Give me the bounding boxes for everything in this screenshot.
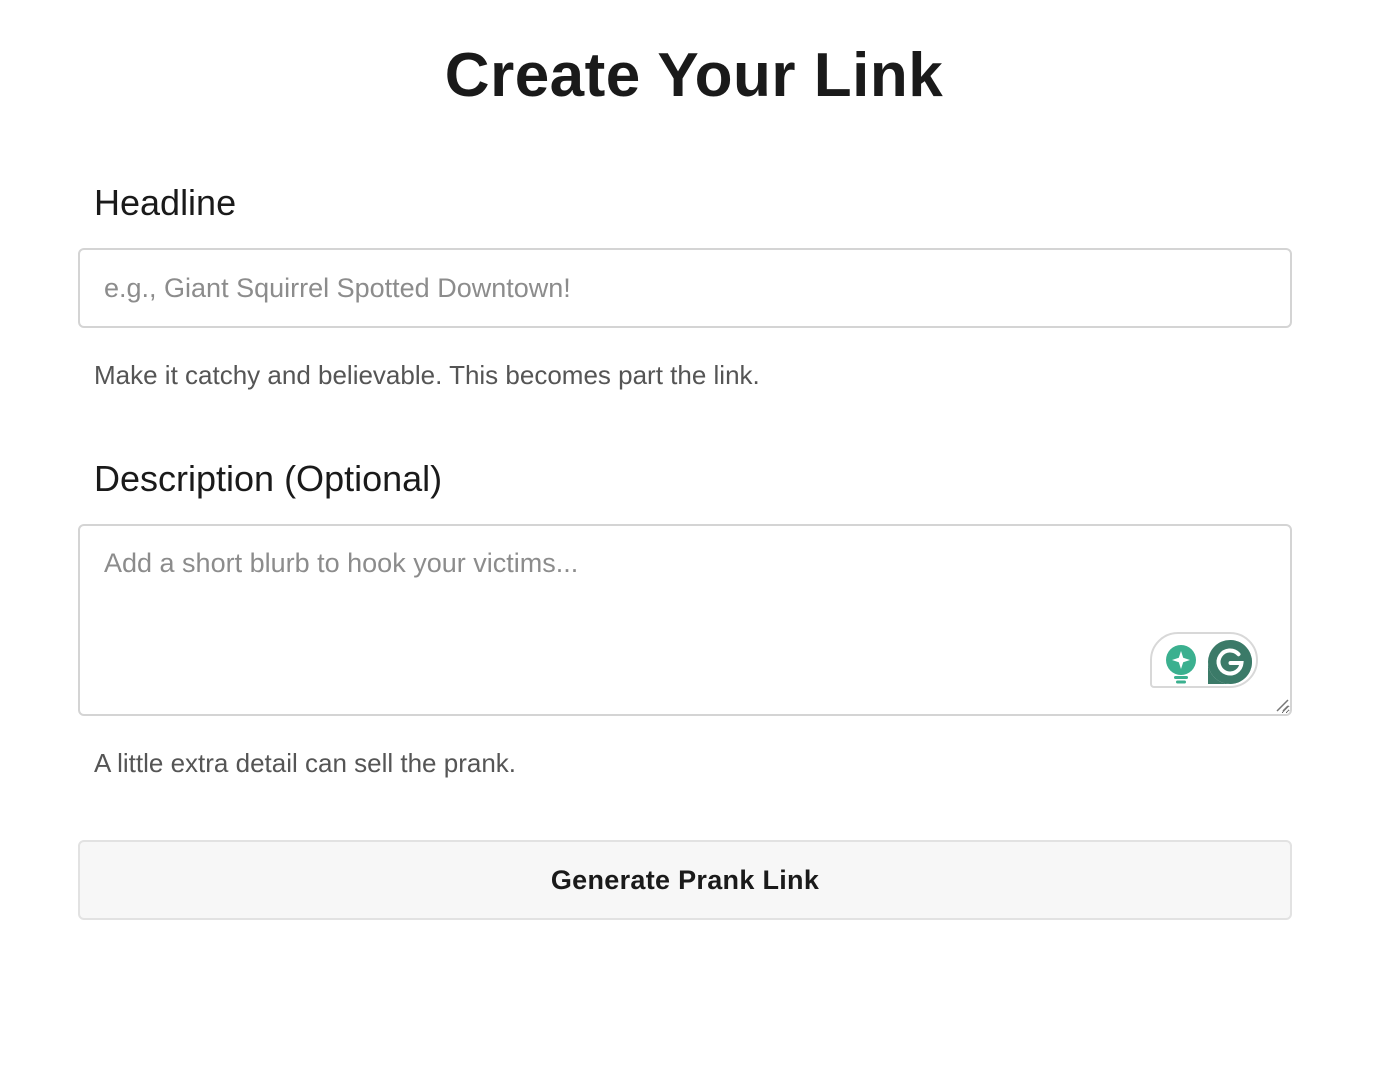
headline-help-text: Make it catchy and believable. This beco…	[94, 360, 760, 390]
grammarly-widget[interactable]	[1150, 632, 1258, 688]
description-textarea[interactable]	[78, 524, 1292, 716]
description-label: Description (Optional)	[94, 458, 443, 499]
lightbulb-sparkle-icon[interactable]	[1164, 644, 1198, 684]
description-help-text: A little extra detail can sell the prank…	[94, 748, 517, 778]
generate-prank-link-button[interactable]: Generate Prank Link	[78, 840, 1292, 920]
resize-handle-icon[interactable]	[1274, 697, 1290, 713]
headline-label: Headline	[94, 182, 237, 223]
page-title: Create Your Link	[444, 41, 944, 110]
grammarly-g-icon[interactable]	[1208, 640, 1252, 684]
headline-input[interactable]	[78, 248, 1292, 328]
